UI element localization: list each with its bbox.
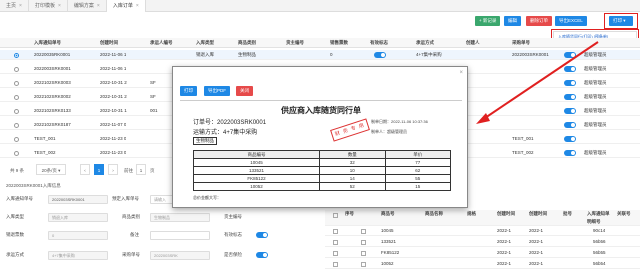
annotation-arrow-icon bbox=[476, 41, 599, 124]
